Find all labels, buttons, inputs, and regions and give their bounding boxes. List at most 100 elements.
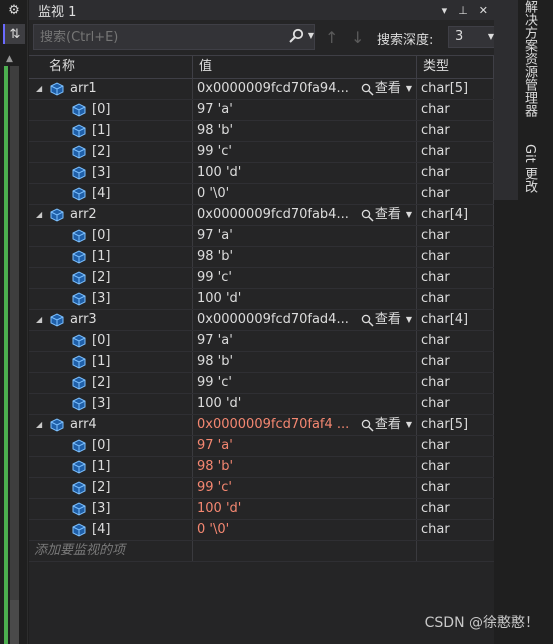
column-header-type[interactable]: 类型 [417,56,494,78]
search-box[interactable]: ▼ [33,24,315,50]
gear-icon[interactable]: ⚙ [3,0,25,20]
chevron-down-icon[interactable]: ▼ [406,79,412,99]
variable-value: 0x0000009fcd70fa94... [197,81,349,96]
watch-row-element[interactable]: [1] 98 'b' char [29,247,494,268]
value-cell[interactable]: 99 'c' [193,142,417,162]
name-cell: [3] [29,163,193,183]
window-menu-dropdown-icon[interactable]: ▾ [442,4,448,17]
collapse-arrow-icon[interactable]: ◢ [36,310,42,330]
search-depth-label: 搜索深度: [377,33,434,48]
tab-git-changes[interactable]: Git 更改 [520,144,539,193]
view-visualizer-button[interactable]: 查看 ▼ [358,310,412,330]
watch-grid: 名称 值 类型 ◢ arr1 0x0000009fcd70fa94... 查看 ▼ ch… [29,55,494,562]
watch-row-element[interactable]: [3] 100 'd' char [29,394,494,415]
value-cell[interactable]: 99 'c' [193,373,417,393]
value-cell[interactable]: 98 'b' [193,352,417,372]
object-cube-icon [71,102,87,118]
value-cell[interactable]: 0 '\0' [193,184,417,204]
search-icon[interactable] [288,28,304,44]
watch-row-array[interactable]: ◢ arr3 0x0000009fcd70fad4... 查看 ▼ char[4] [29,310,494,331]
variable-value: 99 'c' [197,144,232,159]
variable-name: arr2 [70,207,97,222]
left-tool-strip: ⚙ ⇅ ▲ [0,0,28,644]
add-watch-placeholder[interactable]: 添加要监视的项 [29,541,193,561]
variable-name: arr1 [70,81,97,96]
view-visualizer-button[interactable]: 查看 ▼ [358,205,412,225]
variable-value: 100 'd' [197,291,242,306]
value-cell[interactable]: 0x0000009fcd70fab4... 查看 ▼ [193,205,417,225]
left-scroll-thumb-lower[interactable] [10,600,19,644]
value-cell[interactable]: 0 '\0' [193,520,417,540]
close-icon[interactable]: ✕ [479,4,488,17]
value-cell[interactable]: 99 'c' [193,268,417,288]
watch-row-element[interactable]: [1] 98 'b' char [29,457,494,478]
value-cell[interactable]: 100 'd' [193,289,417,309]
left-scroll-thumb[interactable] [10,66,19,606]
tab-solution-explorer[interactable]: 解决方案资源管理器 [520,0,539,117]
value-cell[interactable]: 0x0000009fcd70faf4 ... 查看 ▼ [193,415,417,435]
view-visualizer-button[interactable]: 查看 ▼ [358,415,412,435]
value-cell[interactable]: 100 'd' [193,163,417,183]
search-input[interactable] [40,29,270,45]
collapse-arrow-icon[interactable]: ◢ [36,205,42,225]
column-header-name[interactable]: 名称 [29,56,193,78]
view-visualizer-button[interactable]: 查看 ▼ [358,79,412,99]
watch-row-element[interactable]: [2] 99 'c' char [29,142,494,163]
watch-row-element[interactable]: [2] 99 'c' char [29,268,494,289]
value-cell[interactable]: 97 'a' [193,436,417,456]
watch-row-array[interactable]: ◢ arr2 0x0000009fcd70fab4... 查看 ▼ char[4] [29,205,494,226]
search-previous-arrow-icon[interactable]: ↑ [325,28,338,47]
variable-name: [3] [92,501,111,516]
value-cell[interactable]: 98 'b' [193,121,417,141]
variable-value: 0x0000009fcd70fad4... [197,312,349,327]
collapse-arrow-icon[interactable]: ◢ [36,79,42,99]
watch-row-element[interactable]: [3] 100 'd' char [29,289,494,310]
collapse-arrow-icon[interactable]: ◢ [36,415,42,435]
view-label: 查看 [374,312,401,327]
watch-row-element[interactable]: [0] 97 'a' char [29,226,494,247]
watch-row-element[interactable]: [0] 97 'a' char [29,436,494,457]
watch-row-array[interactable]: ◢ arr4 0x0000009fcd70faf4 ... 查看 ▼ char[5] [29,415,494,436]
watch-row-array[interactable]: ◢ arr1 0x0000009fcd70fa94... 查看 ▼ char[5] [29,79,494,100]
watch-row-element[interactable]: [3] 100 'd' char [29,163,494,184]
view-label: 查看 [374,81,401,96]
watch-row-element[interactable]: [2] 99 'c' char [29,478,494,499]
value-cell[interactable]: 100 'd' [193,499,417,519]
chevron-down-icon[interactable]: ▼ [406,205,412,225]
value-cell[interactable]: 99 'c' [193,478,417,498]
watch-row-element[interactable]: [1] 98 'b' char [29,352,494,373]
watch-row-element[interactable]: [3] 100 'd' char [29,499,494,520]
object-cube-icon [71,123,87,139]
watch-row-element[interactable]: [1] 98 'b' char [29,121,494,142]
value-cell[interactable]: 100 'd' [193,394,417,414]
type-cell: char [417,289,494,309]
chevron-down-icon[interactable]: ▼ [406,415,412,435]
search-next-arrow-icon[interactable]: ↓ [351,28,364,47]
watch-row-element[interactable]: [0] 97 'a' char [29,331,494,352]
variable-name: arr4 [70,417,97,432]
scroll-up-arrow-icon[interactable]: ▲ [6,54,13,64]
name-cell: [2] [29,478,193,498]
search-options-dropdown-icon[interactable]: ▼ [308,31,314,40]
auto-hide-icon[interactable]: ⇅ [3,24,25,44]
add-watch-row[interactable]: 添加要监视的项 [29,541,494,562]
chevron-down-icon[interactable]: ▼ [406,310,412,330]
value-cell[interactable]: 97 'a' [193,331,417,351]
pin-icon[interactable]: ⊥ [458,4,468,17]
value-cell[interactable]: 0x0000009fcd70fa94... 查看 ▼ [193,79,417,99]
name-cell: [1] [29,121,193,141]
watch-row-element[interactable]: [4] 0 '\0' char [29,184,494,205]
value-cell[interactable]: 98 'b' [193,457,417,477]
magnifier-icon [361,419,374,432]
value-cell[interactable]: 97 'a' [193,100,417,120]
watch-row-element[interactable]: [4] 0 '\0' char [29,520,494,541]
watch-row-element[interactable]: [0] 97 'a' char [29,100,494,121]
value-cell[interactable]: 0x0000009fcd70fad4... 查看 ▼ [193,310,417,330]
variable-value: 98 'b' [197,354,234,369]
watch-row-element[interactable]: [2] 99 'c' char [29,373,494,394]
column-header-value[interactable]: 值 [193,56,417,78]
value-cell[interactable]: 98 'b' [193,247,417,267]
value-cell[interactable]: 97 'a' [193,226,417,246]
type-cell: char [417,268,494,288]
name-cell: [4] [29,520,193,540]
